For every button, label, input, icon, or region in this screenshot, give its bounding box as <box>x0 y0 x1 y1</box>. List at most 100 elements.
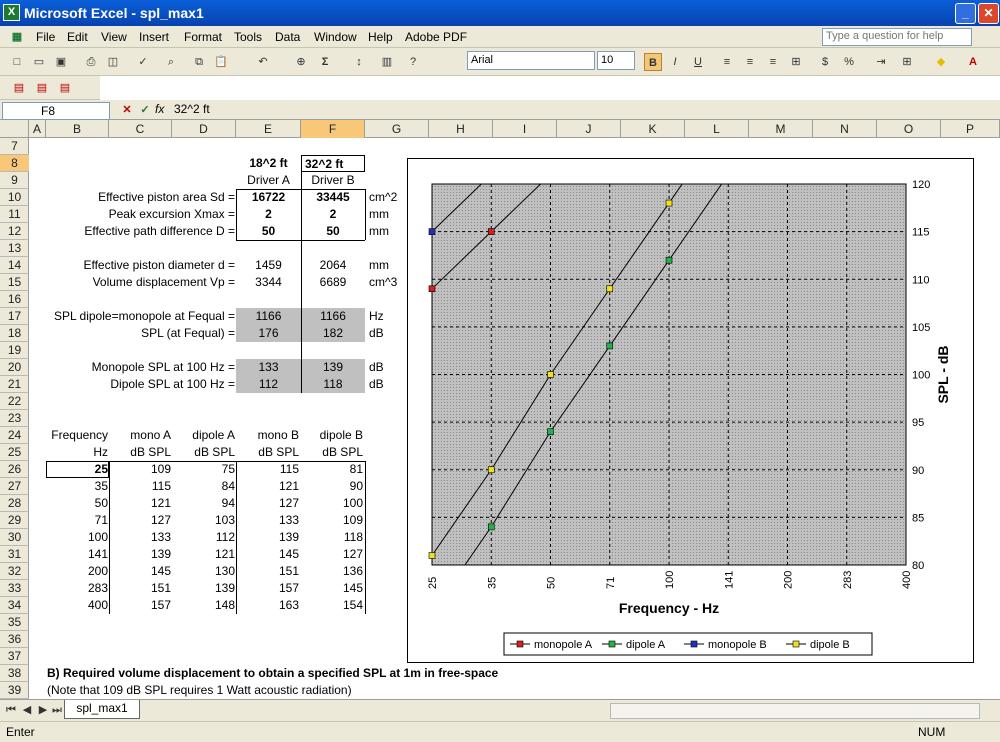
row-header-23[interactable]: 23 <box>0 410 29 427</box>
size-a-label[interactable]: 18^2 ft <box>236 155 301 172</box>
table-cell[interactable]: 139 <box>108 546 171 563</box>
indent-icon[interactable]: ⇥ <box>872 53 890 71</box>
table-cell[interactable]: 141 <box>29 546 108 563</box>
row-header-15[interactable]: 15 <box>0 274 29 291</box>
enter-icon[interactable]: ✓ <box>136 101 154 119</box>
row-header-14[interactable]: 14 <box>0 257 29 274</box>
table-cell[interactable]: 151 <box>235 563 299 580</box>
underline-button[interactable]: U <box>689 53 707 71</box>
row-header-10[interactable]: 10 <box>0 189 29 206</box>
hdr-db-4[interactable]: dB SPL <box>299 444 363 461</box>
param-value-b[interactable]: 50 <box>301 223 365 240</box>
row-header-21[interactable]: 21 <box>0 376 29 393</box>
table-cell[interactable]: 109 <box>299 512 363 529</box>
menu-file[interactable]: File <box>36 30 55 44</box>
ask-question-input[interactable]: Type a question for help <box>822 28 972 46</box>
table-cell[interactable]: 145 <box>235 546 299 563</box>
param-value-b[interactable]: 33445 <box>301 189 365 206</box>
hdr-dipole-a[interactable]: dipole A <box>171 427 235 444</box>
driver-b-label[interactable]: Driver B <box>301 172 365 189</box>
cancel-icon[interactable]: ✕ <box>118 101 136 119</box>
chart-area[interactable]: 80 85 90 95 100 105 110 115 120 25 35 50 71 100 141 200… <box>407 158 974 663</box>
align-right-icon[interactable]: ≡ <box>764 53 782 71</box>
sheet-tab-active[interactable]: spl_max1 <box>64 700 140 719</box>
row-header-24[interactable]: 24 <box>0 427 29 444</box>
menu-view[interactable]: View <box>101 30 127 44</box>
table-cell[interactable]: 115 <box>108 478 171 495</box>
print-preview-icon[interactable]: ◫ <box>104 53 122 71</box>
table-cell[interactable]: 121 <box>171 546 235 563</box>
menu-data[interactable]: Data <box>275 30 300 44</box>
row-header-26[interactable]: 26 <box>0 461 29 478</box>
note-b-heading[interactable]: B) Required volume displacement to obtai… <box>47 665 498 682</box>
formula-input[interactable]: 32^2 ft <box>174 102 210 116</box>
table-cell[interactable]: 50 <box>29 495 108 512</box>
row-header-35[interactable]: 35 <box>0 614 29 631</box>
param-value-a[interactable]: 133 <box>236 359 301 376</box>
print-icon[interactable]: ⎙ <box>82 53 100 71</box>
col-header-p[interactable]: P <box>941 120 1000 138</box>
table-cell[interactable]: 90 <box>299 478 363 495</box>
param-label[interactable]: SPL dipole=monopole at Fequal = <box>29 308 235 325</box>
row-header-7[interactable]: 7 <box>0 138 29 155</box>
hdr-mono-a[interactable]: mono A <box>108 427 171 444</box>
row-header-36[interactable]: 36 <box>0 631 29 648</box>
note-b-text[interactable]: (Note that 109 dB SPL requires 1 Watt ac… <box>47 682 352 699</box>
col-header-d[interactable]: D <box>172 120 236 138</box>
col-header-i[interactable]: I <box>493 120 557 138</box>
table-cell[interactable]: 151 <box>108 580 171 597</box>
param-unit[interactable]: mm <box>369 223 409 240</box>
table-cell[interactable]: 118 <box>299 529 363 546</box>
param-label[interactable]: Volume displacement Vp = <box>29 274 235 291</box>
param-value-b[interactable]: 139 <box>301 359 365 376</box>
param-label[interactable]: SPL (at Fequal) = <box>29 325 235 342</box>
table-cell[interactable]: 100 <box>29 529 108 546</box>
size-b-cell-selected[interactable]: 32^2 ft <box>301 155 365 172</box>
param-unit[interactable]: mm <box>369 257 409 274</box>
col-header-f[interactable]: F <box>301 120 365 138</box>
table-cell[interactable]: 94 <box>171 495 235 512</box>
param-label[interactable]: Effective path difference D = <box>29 223 235 240</box>
param-unit[interactable]: cm^3 <box>369 274 409 291</box>
minimize-button[interactable]: _ <box>955 3 976 24</box>
currency-icon[interactable]: $ <box>816 53 834 71</box>
param-label[interactable]: Peak excursion Xmax = <box>29 206 235 223</box>
hdr-mono-b[interactable]: mono B <box>235 427 299 444</box>
table-cell[interactable]: 139 <box>235 529 299 546</box>
param-value-a[interactable]: 176 <box>236 325 301 342</box>
row-header-18[interactable]: 18 <box>0 325 29 342</box>
hyperlink-icon[interactable]: ⊕ <box>292 53 310 71</box>
param-label[interactable]: Monopole SPL at 100 Hz = <box>29 359 235 376</box>
row-header-38[interactable]: 38 <box>0 665 29 682</box>
spl-chart[interactable]: 80 85 90 95 100 105 110 115 120 25 35 50 71 100 141 200… <box>408 159 975 664</box>
pdf-convert-icon[interactable]: ▤ <box>10 79 28 97</box>
table-cell[interactable]: 75 <box>171 461 235 478</box>
table-cell[interactable]: 283 <box>29 580 108 597</box>
table-cell[interactable]: 400 <box>29 597 108 614</box>
row-header-22[interactable]: 22 <box>0 393 29 410</box>
param-unit[interactable]: Hz <box>369 308 409 325</box>
col-header-e[interactable]: E <box>236 120 301 138</box>
table-cell[interactable]: 133 <box>235 512 299 529</box>
menu-format[interactable]: Format <box>184 30 222 44</box>
col-header-c[interactable]: C <box>109 120 172 138</box>
chart-wizard-icon[interactable]: ▥ <box>378 53 396 71</box>
fill-color-icon[interactable]: ◆ <box>932 53 950 71</box>
pdf-review-icon[interactable]: ▤ <box>56 79 74 97</box>
row-header-39[interactable]: 39 <box>0 682 29 699</box>
pdf-email-icon[interactable]: ▤ <box>33 79 51 97</box>
table-cell[interactable]: 145 <box>299 580 363 597</box>
row-header-19[interactable]: 19 <box>0 342 29 359</box>
param-label[interactable]: Effective piston area Sd = <box>29 189 235 206</box>
param-value-a[interactable]: 3344 <box>236 274 301 291</box>
font-name-select[interactable]: Arial <box>467 51 595 70</box>
table-cell[interactable]: 157 <box>108 597 171 614</box>
param-unit[interactable]: cm^2 <box>369 189 409 206</box>
col-header-g[interactable]: G <box>365 120 429 138</box>
select-all-button[interactable] <box>0 120 29 138</box>
open-icon[interactable]: ▭ <box>30 53 48 71</box>
font-color-icon[interactable]: A <box>964 53 982 71</box>
row-header-31[interactable]: 31 <box>0 546 29 563</box>
param-value-b[interactable]: 6689 <box>301 274 365 291</box>
row-header-17[interactable]: 17 <box>0 308 29 325</box>
